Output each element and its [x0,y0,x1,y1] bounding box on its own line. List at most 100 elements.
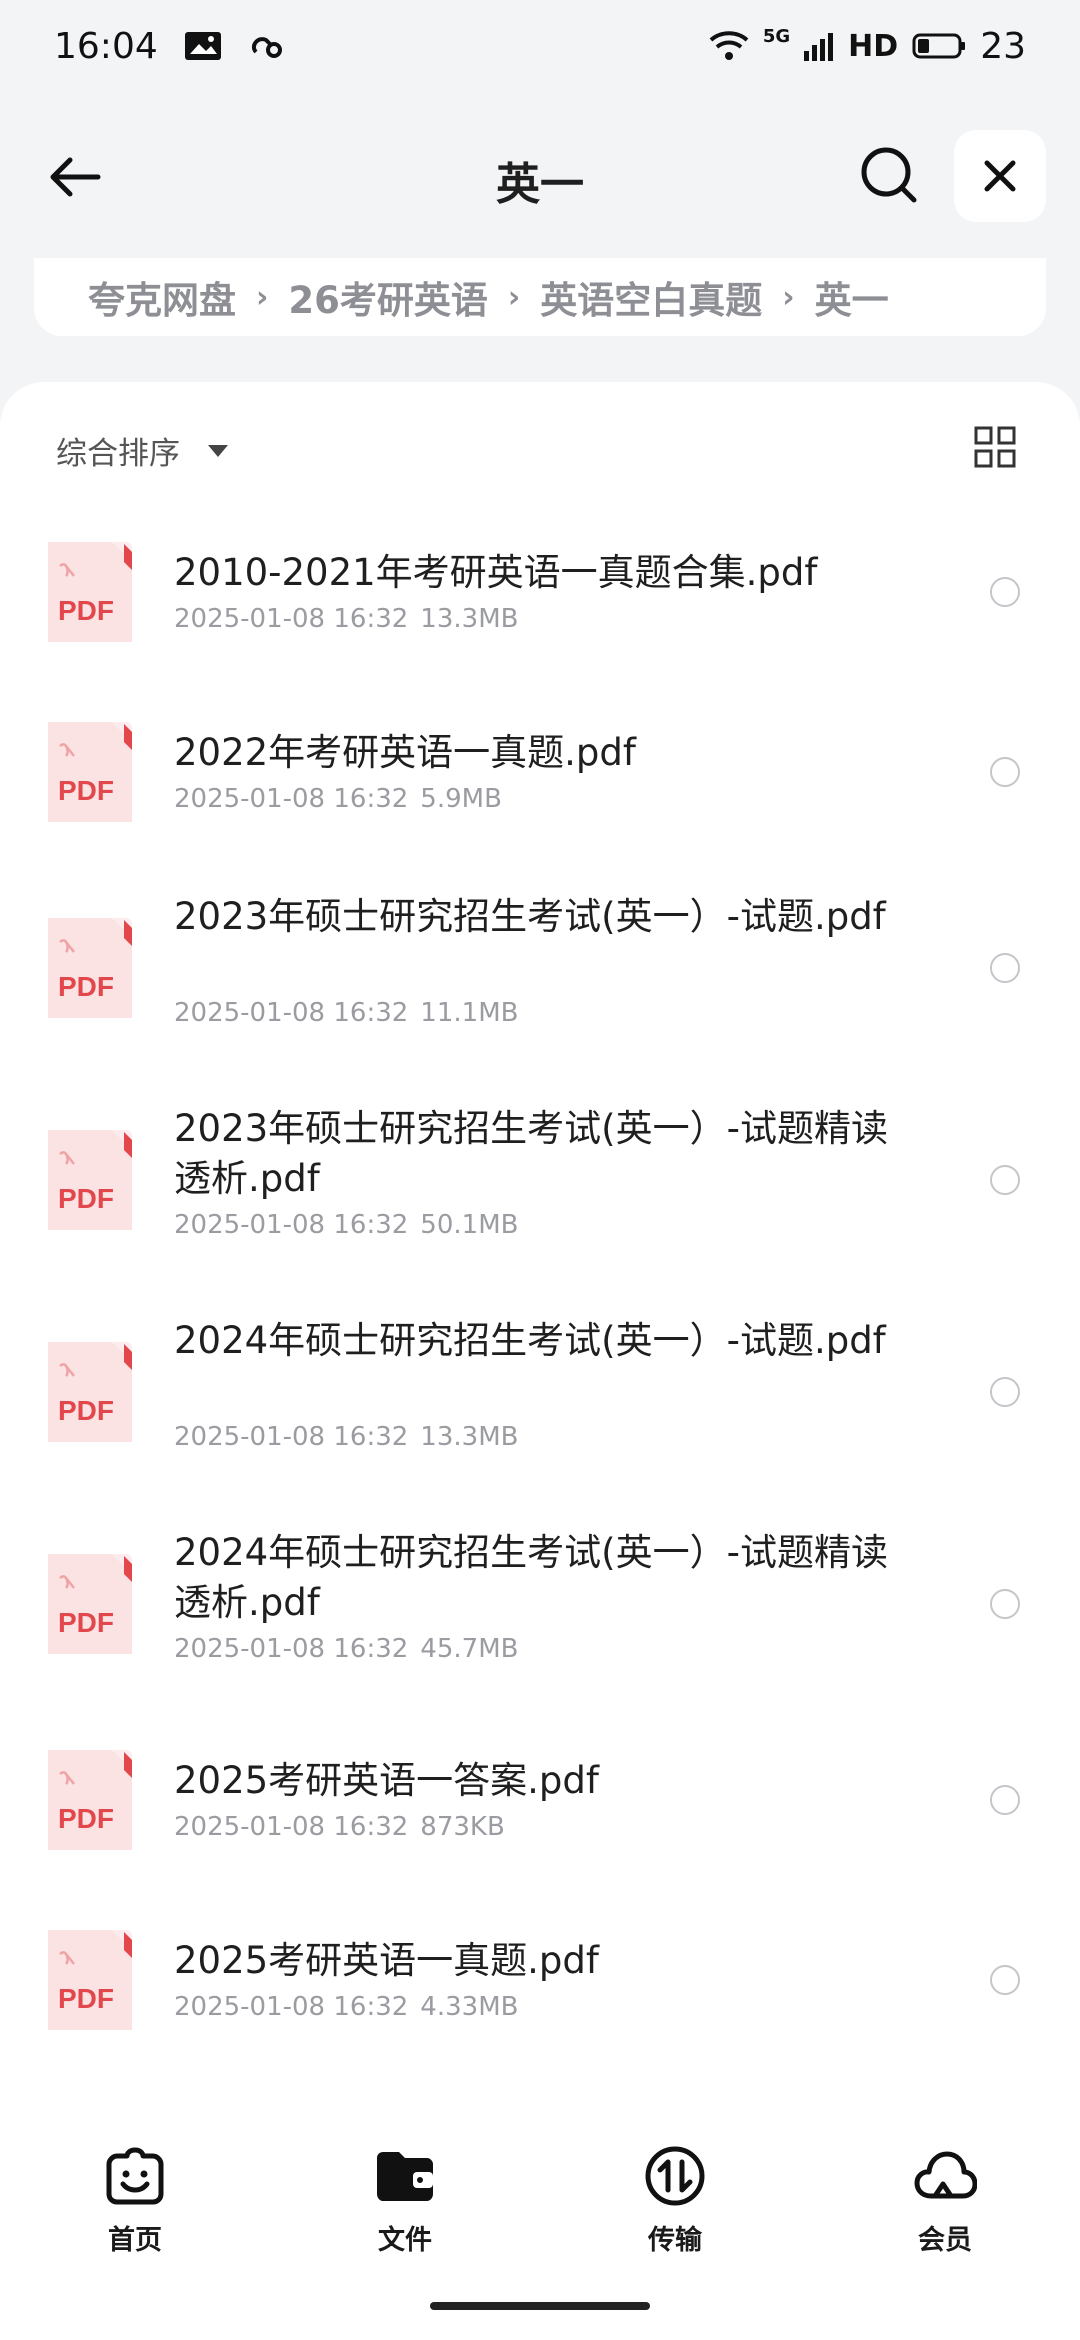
pdf-file-icon: PDF [48,1750,132,1850]
pdf-icon-label: PDF [58,1983,114,2014]
tab-home[interactable]: 首页 [45,2130,225,2280]
status-bar-left: 16:04 [54,26,286,67]
home-indicator[interactable] [430,2302,650,2310]
battery-icon [912,33,966,59]
select-checkbox[interactable] [990,953,1020,983]
pdf-icon-label: PDF [58,1803,114,1834]
file-meta: 2025-01-08 16:32 873KB [174,1812,505,1842]
pdf-file-icon: PDF [48,918,132,1018]
select-checkbox[interactable] [990,577,1020,607]
status-bar-right: 5G HD 23 [709,26,1026,67]
file-name: 2023年硕士研究招生考试(英一）-试题精读透析.pdf [174,1107,888,1200]
pdf-icon-label: PDF [58,1607,114,1638]
file-name: 2023年硕士研究招生考试(英一）-试题.pdf [174,895,886,938]
file-date: 2025-01-08 16:32 [174,1992,409,2022]
file-size: 5.9MB [420,784,502,814]
file-row[interactable]: PDF 2025考研英语一真题.pdf 2025-01-08 16:32 4.33MB [0,1890,1080,2070]
file-row[interactable]: PDF 2023年硕士研究招生考试(英一）-试题精读透析.pdf 2025-01-0… [0,1074,1080,1286]
pdf-icon-label: PDF [58,971,114,1002]
sort-dropdown[interactable]: 综合排序 [56,428,228,473]
tab-label: 会员 [918,2225,972,2256]
tab-files[interactable]: 文件 [315,2130,495,2280]
tab-member[interactable]: 会员 [855,2130,1035,2280]
pdf-file-icon: PDF [48,1554,132,1654]
breadcrumb-item[interactable]: 26考研英语 [288,270,488,324]
file-name: 2022年考研英语一真题.pdf [174,731,636,774]
close-icon [984,160,1016,192]
tab-transfer[interactable]: 传输 [585,2130,765,2280]
file-size: 13.3MB [420,604,519,634]
file-date: 2025-01-08 16:32 [174,1812,409,1842]
file-meta: 2025-01-08 16:32 45.7MB [174,1634,518,1664]
smiley-home-icon [106,2147,164,2205]
gallery-icon [184,32,221,60]
file-meta: 2025-01-08 16:32 5.9MB [174,784,502,814]
file-row[interactable]: PDF 2010-2021年考研英语一真题合集.pdf 2025-01-08 16:… [0,502,1080,682]
pdf-file-icon: PDF [48,1342,132,1442]
file-size: 873KB [420,1812,505,1842]
file-date: 2025-01-08 16:32 [174,998,409,1028]
tab-label: 文件 [378,2225,432,2256]
header: 英一 [0,120,1080,230]
file-date: 2025-01-08 16:32 [174,604,409,634]
breadcrumb-chevron-icon: › [507,279,521,315]
bottom-tab-bar: 首页 文件 传输 会员 [0,2130,1080,2280]
pdf-file-icon: PDF [48,722,132,822]
file-name: 2010-2021年考研英语一真题合集.pdf [174,551,818,594]
select-checkbox[interactable] [990,1785,1020,1815]
file-name: 2025考研英语一答案.pdf [174,1759,599,1802]
pdf-icon-label: PDF [58,775,114,806]
caret-down-icon [208,444,228,457]
link-icon [251,37,282,58]
file-date: 2025-01-08 16:32 [174,1210,409,1240]
file-size: 4.33MB [420,1992,519,2022]
pdf-file-icon: PDF [48,1130,132,1230]
breadcrumb-item[interactable]: 夸克网盘 [88,270,236,324]
wifi-icon [709,31,749,60]
pdf-file-icon: PDF [48,1930,132,2030]
select-checkbox[interactable] [990,1165,1020,1195]
pdf-icon-label: PDF [58,1183,114,1214]
tab-label: 首页 [108,2225,162,2256]
battery-level: 23 [980,25,1026,67]
search-icon[interactable] [854,140,924,210]
network-type: 5G [762,25,791,47]
file-row[interactable]: PDF 2022年考研英语一真题.pdf 2025-01-08 16:32 5.9MB [0,682,1080,862]
grid-view-icon[interactable] [974,426,1016,468]
file-row[interactable]: PDF 2024年硕士研究招生考试(英一）-试题精读透析.pdf 2025-01-0… [0,1498,1080,1710]
file-meta: 2025-01-08 16:32 13.3MB [174,1422,518,1452]
breadcrumb-chevron-icon: › [782,279,795,315]
sort-label: 综合排序 [56,436,180,472]
select-checkbox[interactable] [990,757,1020,787]
pdf-file-icon: PDF [48,542,132,642]
file-meta: 2025-01-08 16:32 13.3MB [174,604,518,634]
select-checkbox[interactable] [990,1377,1020,1407]
breadcrumb-item-current[interactable]: 英一 [815,270,889,324]
status-time: 16:04 [54,25,158,67]
folder-icon [377,2152,433,2201]
file-name: 2024年硕士研究招生考试(英一）-试题.pdf [174,1319,886,1362]
file-name: 2025考研英语一真题.pdf [174,1939,599,1982]
cloud-member-icon [914,2151,977,2199]
file-meta: 2025-01-08 16:32 11.1MB [174,998,518,1028]
file-name: 2024年硕士研究招生考试(英一）-试题精读透析.pdf [174,1531,888,1624]
breadcrumb: 夸克网盘 › 26考研英语 › 英语空白真题 › 英一 [34,258,1046,336]
file-meta: 2025-01-08 16:32 50.1MB [174,1210,518,1240]
close-button[interactable] [954,130,1046,222]
file-row[interactable]: PDF 2024年硕士研究招生考试(英一）-试题.pdf 2025-01-08 16… [0,1286,1080,1498]
file-row[interactable]: PDF 2023年硕士研究招生考试(英一）-试题.pdf 2025-01-08 16… [0,862,1080,1074]
signal-icon [804,33,834,61]
select-checkbox[interactable] [990,1965,1020,1995]
file-size: 11.1MB [420,998,519,1028]
hd-label: HD [848,28,899,64]
file-date: 2025-01-08 16:32 [174,1634,409,1664]
breadcrumb-item[interactable]: 英语空白真题 [540,270,762,324]
file-size: 13.3MB [420,1422,519,1452]
file-size: 50.1MB [420,1210,519,1240]
file-size: 45.7MB [420,1634,519,1664]
select-checkbox[interactable] [990,1589,1020,1619]
file-meta: 2025-01-08 16:32 4.33MB [174,1992,518,2022]
file-row[interactable]: PDF 2025考研英语一答案.pdf 2025-01-08 16:32 873KB [0,1710,1080,1890]
tab-label: 传输 [648,2225,702,2256]
file-panel: 综合排序 PDF 2010-2021年考研英语一真题合集.pdf 2025-01-0… [0,382,1080,2340]
